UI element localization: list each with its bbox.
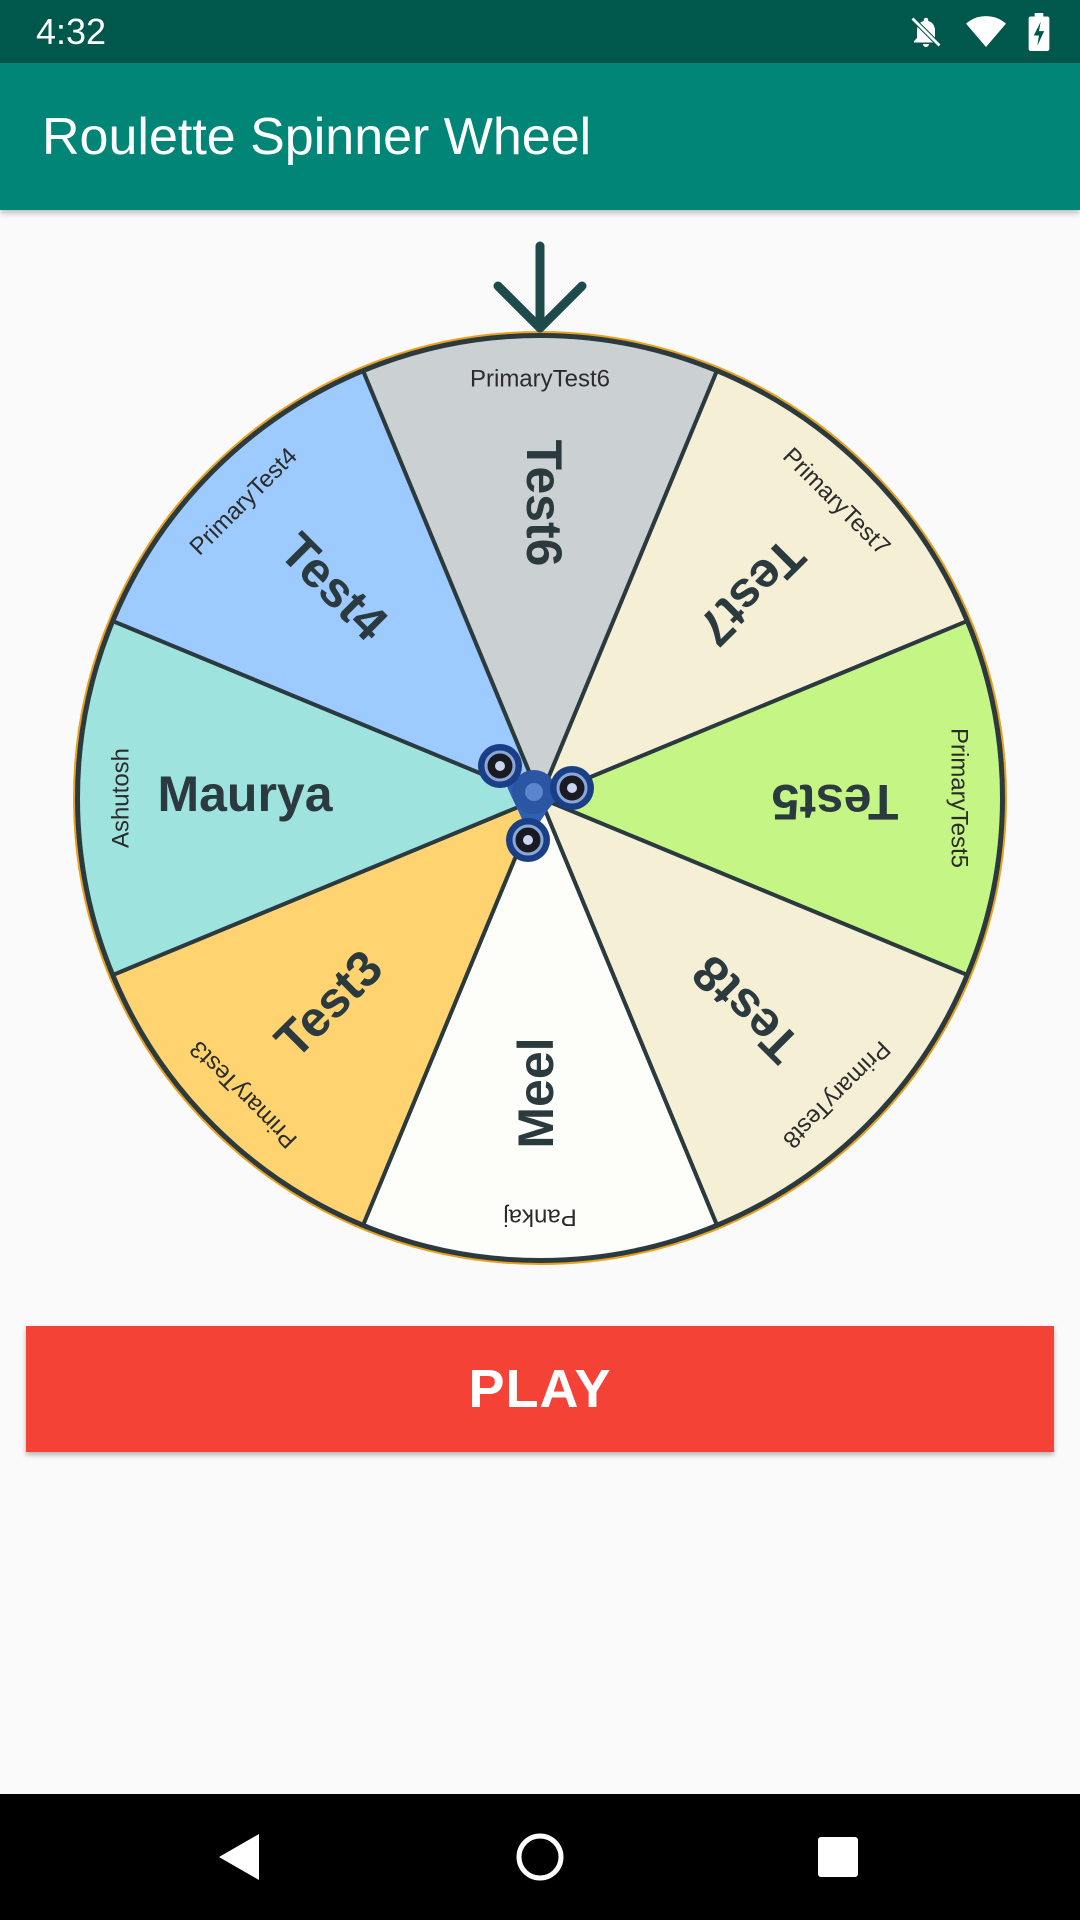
segment-title: Meel — [508, 1037, 564, 1148]
segment-title: Test6 — [516, 440, 572, 567]
segment-subtitle: PrimaryTest5 — [946, 728, 973, 868]
wifi-icon — [966, 14, 1006, 50]
notifications-off-icon — [908, 14, 944, 50]
segment-subtitle: Ashutosh — [107, 748, 134, 848]
app-bar: Roulette Spinner Wheel — [0, 63, 1080, 210]
battery-charging-icon — [1028, 13, 1050, 51]
home-icon[interactable] — [477, 1794, 603, 1920]
segment-title: Maurya — [157, 766, 333, 822]
navigation-bar — [0, 1794, 1080, 1920]
status-icons — [908, 12, 1050, 52]
segment-title: Test5 — [772, 774, 899, 830]
arrow-down-icon — [493, 241, 587, 333]
roulette-wheel[interactable]: PrimaryTest6Test6 PrimaryTest7Test7Primar… — [0, 210, 1080, 1310]
wheel-area[interactable]: PrimaryTest6 Test6 PrimaryTest7 Test7 Primar… — [0, 210, 1080, 1310]
segment-subtitle: Pankaj — [503, 1204, 576, 1231]
back-icon[interactable] — [176, 1794, 302, 1920]
recents-icon[interactable] — [775, 1794, 901, 1920]
app-title: Roulette Spinner Wheel — [42, 108, 592, 166]
segment-subtitle: PrimaryTest6 — [470, 365, 610, 392]
status-bar: 4:32 — [0, 0, 1080, 63]
play-button[interactable]: PLAY — [26, 1326, 1054, 1452]
status-time: 4:32 — [36, 11, 107, 52]
